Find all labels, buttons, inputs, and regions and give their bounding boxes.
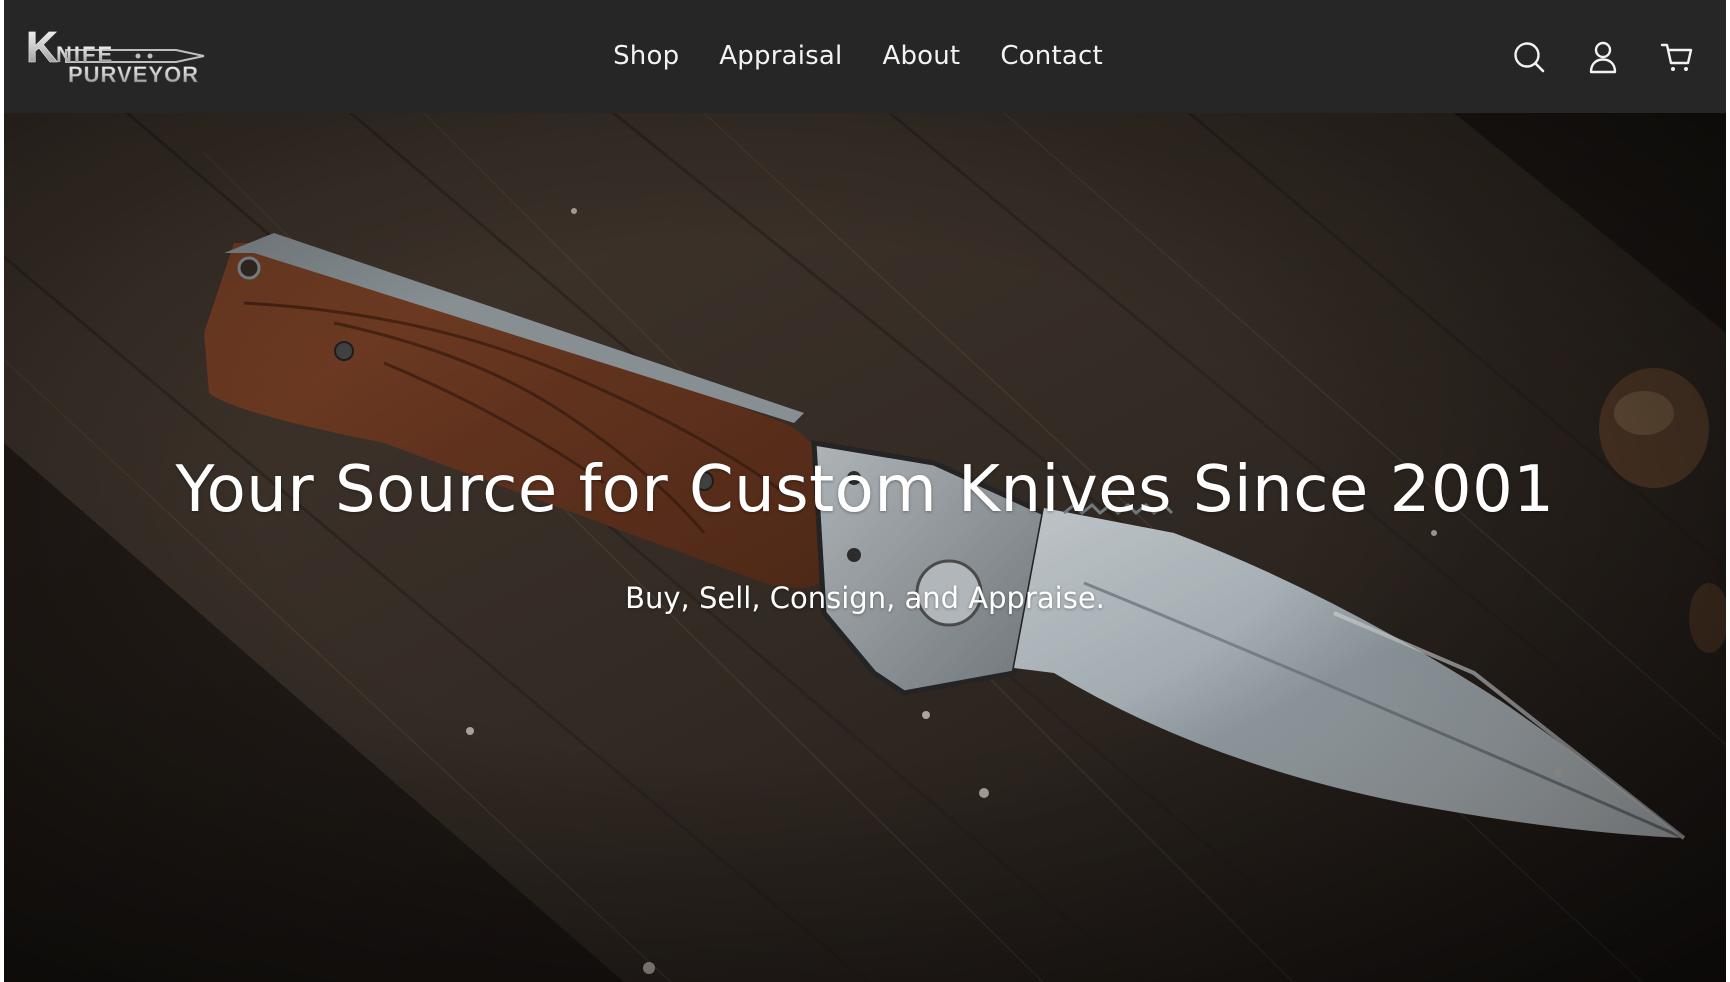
nav-contact[interactable]: Contact xyxy=(980,0,1123,113)
search-button[interactable] xyxy=(1492,33,1566,81)
account-button[interactable] xyxy=(1566,33,1640,81)
hero-title: Your Source for Custom Knives Since 2001 xyxy=(175,453,1555,527)
hero-knife-image xyxy=(4,113,1726,982)
site-header: K NIFE PURVEYOR Shop Appraisal About Con… xyxy=(4,0,1726,113)
account-icon xyxy=(1589,41,1617,74)
nav-about[interactable]: About xyxy=(862,0,980,113)
nav-shop[interactable]: Shop xyxy=(593,0,699,113)
main-nav: Shop Appraisal About Contact xyxy=(4,0,1726,113)
search-icon xyxy=(1514,42,1545,73)
cart-icon xyxy=(1660,43,1693,71)
nav-appraisal[interactable]: Appraisal xyxy=(699,0,862,113)
hero-banner: Your Source for Custom Knives Since 2001… xyxy=(4,113,1726,982)
cart-button[interactable] xyxy=(1640,33,1714,81)
hero-subtitle: Buy, Sell, Consign, and Appraise. xyxy=(625,581,1105,615)
page-frame: K NIFE PURVEYOR Shop Appraisal About Con… xyxy=(4,0,1726,982)
header-icons xyxy=(1492,33,1714,81)
